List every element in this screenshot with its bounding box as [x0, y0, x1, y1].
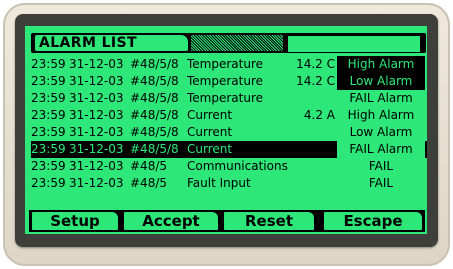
alarm-row[interactable]: 23:59 31-12-03 #48/5 Fault Input FAIL	[31, 175, 427, 192]
alarm-device: #48/5	[130, 176, 168, 190]
alarm-description: Current	[187, 125, 233, 139]
title-field	[287, 35, 421, 53]
alarm-row[interactable]: 23:59 31-12-03 #48/5/8 Current Low Alarm	[31, 124, 427, 141]
alarm-value: 4.2 A	[303, 108, 335, 122]
alarm-device: #48/5	[130, 159, 168, 173]
escape-button[interactable]: Escape	[324, 212, 422, 230]
reset-button[interactable]: Reset	[224, 212, 314, 230]
alarm-time: 23:59	[31, 176, 66, 190]
alarm-status: Low Alarm	[349, 125, 413, 139]
alarm-device: #48/5/8	[130, 108, 179, 122]
alarm-row[interactable]: 23:59 31-12-03 #48/5/8 Temperature 14.2 …	[31, 56, 427, 73]
alarm-description: Fault Input	[187, 176, 251, 190]
alarm-description: Temperature	[187, 74, 264, 88]
alarm-device: #48/5/8	[130, 142, 179, 156]
alarm-device: #48/5/8	[130, 125, 179, 139]
alarm-description: Communications	[187, 159, 288, 173]
alarm-description: Temperature	[187, 91, 264, 105]
alarm-date: 31-12-03	[69, 74, 124, 88]
accept-button[interactable]: Accept	[124, 212, 218, 230]
alarm-value: 14.2 C	[296, 74, 335, 88]
alarm-status: FAIL	[368, 159, 394, 173]
alarm-list: 23:59 31-12-03 #48/5/8 Temperature 14.2 …	[31, 56, 427, 192]
lcd-screen: ALARM LIST 23:59 31-12-03 #48/5/8 Temper…	[25, 26, 427, 234]
alarm-time: 23:59	[31, 74, 66, 88]
alarm-time: 23:59	[31, 159, 66, 173]
title-tab: ALARM LIST	[35, 35, 188, 51]
alarm-row[interactable]: 23:59 31-12-03 #48/5 Communications FAIL	[31, 158, 427, 175]
alarm-date: 31-12-03	[69, 91, 124, 105]
alarm-description: Current	[187, 142, 233, 156]
alarm-time: 23:59	[31, 91, 66, 105]
alarm-time: 23:59	[31, 125, 66, 139]
alarm-row[interactable]: 23:59 31-12-03 #48/5/8 Temperature FAIL …	[31, 90, 427, 107]
alarm-status: FAIL Alarm	[349, 91, 413, 105]
alarm-time: 23:59	[31, 57, 66, 71]
alarm-time: 23:59	[31, 108, 66, 122]
alarm-row[interactable]: 23:59 31-12-03 #48/5/8 Current 4.2 A Hig…	[31, 107, 427, 124]
alarm-description: Temperature	[187, 57, 264, 71]
alarm-device: #48/5/8	[130, 91, 179, 105]
page-title: ALARM LIST	[39, 35, 137, 51]
alarm-date: 31-12-03	[69, 57, 124, 71]
alarm-time: 23:59	[31, 142, 66, 156]
function-key-bar: Setup Accept Reset Escape	[29, 210, 425, 232]
alarm-date: 31-12-03	[69, 142, 124, 156]
alarm-date: 31-12-03	[69, 125, 124, 139]
alarm-date: 31-12-03	[69, 108, 124, 122]
alarm-value: 14.2 C	[296, 57, 335, 71]
alarm-status: High Alarm	[337, 56, 425, 73]
alarm-status: High Alarm	[347, 108, 415, 122]
alarm-row-selected[interactable]: 23:59 31-12-03 #48/5/8 Current FAIL Alar…	[31, 141, 427, 158]
alarm-row[interactable]: 23:59 31-12-03 #48/5/8 Temperature 14.2 …	[31, 73, 427, 90]
alarm-date: 31-12-03	[69, 176, 124, 190]
alarm-status: FAIL	[368, 176, 394, 190]
title-pattern	[191, 35, 283, 51]
alarm-device: #48/5/8	[130, 57, 179, 71]
setup-button[interactable]: Setup	[32, 212, 118, 230]
alarm-description: Current	[187, 108, 233, 122]
title-bar: ALARM LIST	[31, 33, 426, 53]
alarm-device: #48/5/8	[130, 74, 179, 88]
alarm-date: 31-12-03	[69, 159, 124, 173]
alarm-status: Low Alarm	[337, 73, 425, 90]
alarm-status: FAIL Alarm	[337, 141, 425, 158]
